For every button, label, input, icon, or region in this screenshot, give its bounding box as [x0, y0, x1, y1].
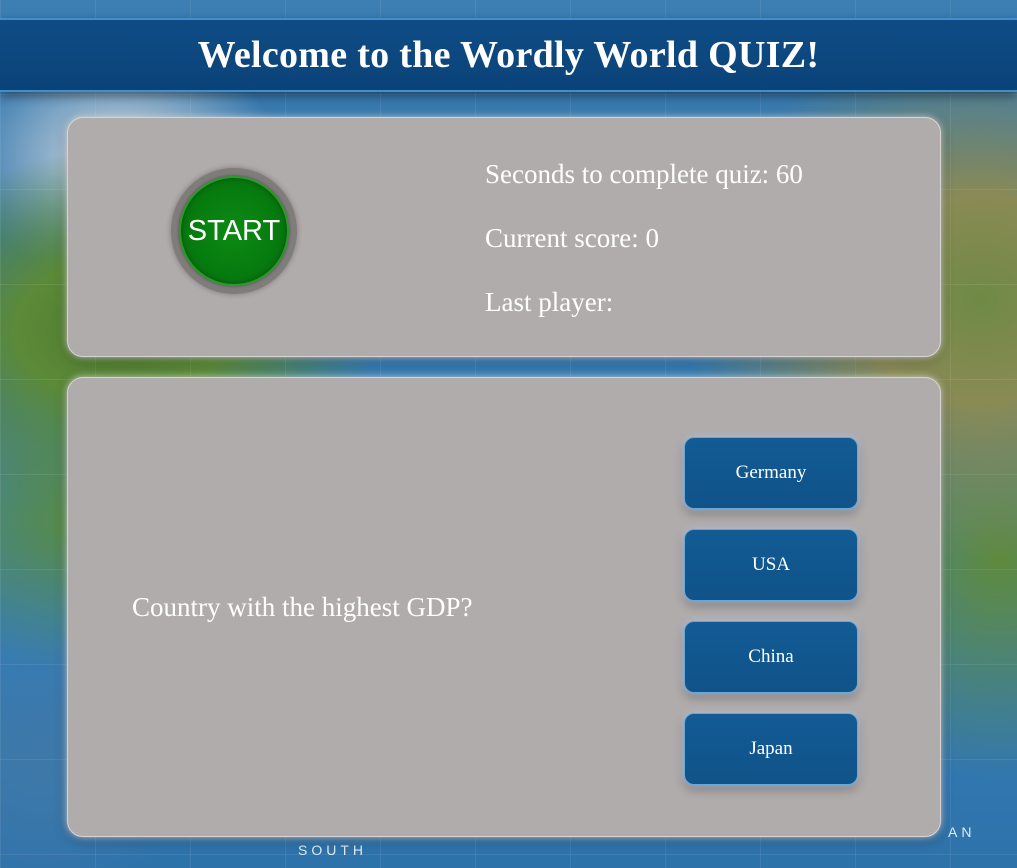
page-header: Welcome to the Wordly World QUIZ! — [0, 18, 1017, 92]
current-score-text: Current score: 0 — [485, 223, 659, 253]
start-button[interactable]: START — [179, 176, 289, 286]
answer-button-china[interactable]: China — [684, 621, 858, 693]
map-label-south: SOUTH — [298, 842, 367, 858]
answer-list: Germany USA China Japan — [684, 437, 858, 805]
start-button-ring: START — [171, 168, 297, 294]
page-title: Welcome to the Wordly World QUIZ! — [197, 34, 820, 76]
last-player-text: Last player: — [485, 287, 614, 317]
question-text: Country with the highest GDP? — [132, 592, 473, 622]
question-panel: Country with the highest GDP? Germany US… — [67, 377, 941, 837]
seconds-remaining-text: Seconds to complete quiz: 60 — [485, 159, 803, 189]
status-panel: START Seconds to complete quiz: 60 Curre… — [67, 117, 941, 357]
answer-button-germany[interactable]: Germany — [684, 437, 858, 509]
answer-button-usa[interactable]: USA — [684, 529, 858, 601]
quiz-stats: Seconds to complete quiz: 60 Current sco… — [485, 156, 803, 348]
map-label-ocean: AN — [948, 824, 976, 840]
answer-button-japan[interactable]: Japan — [684, 713, 858, 785]
